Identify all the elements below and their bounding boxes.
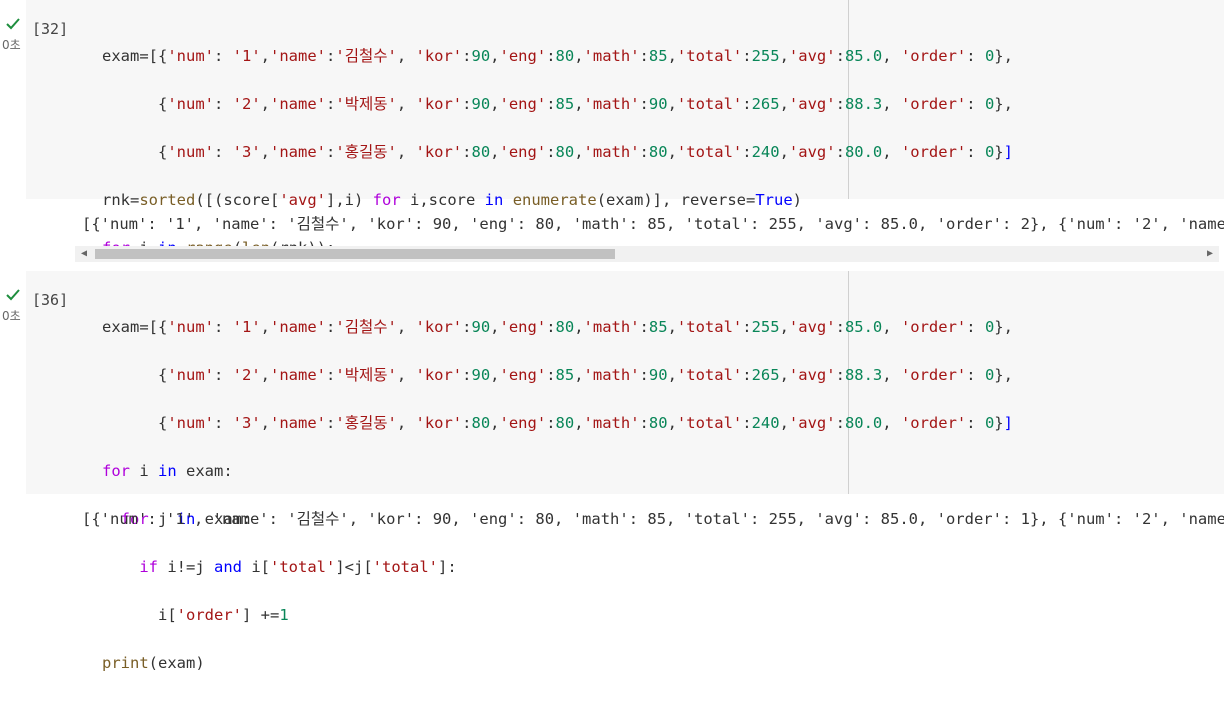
code-line: rnk=sorted([(score['avg'],i) for i,score…: [102, 191, 802, 209]
code-line: for i in exam:: [102, 462, 233, 480]
cell-output: [{'num': '1', 'name': '김철수', 'kor': 90, …: [82, 510, 1224, 528]
check-icon: [6, 289, 20, 301]
output-horizontal-scrollbar[interactable]: ◀ ▶: [75, 246, 1219, 262]
code-line: {'num': '3','name':'홍길동', 'kor':80,'eng'…: [102, 143, 1013, 161]
code-line: {'num': '3','name':'홍길동', 'kor':80,'eng'…: [102, 414, 1013, 432]
check-icon: [6, 18, 20, 30]
left-arrow-icon[interactable]: ◀: [81, 249, 87, 259]
run-time: 0초: [2, 38, 21, 52]
execution-count: [32]: [32, 20, 69, 38]
code-line: if i!=j and i['total']<j['total']:: [139, 558, 457, 576]
code-line: print(exam): [102, 654, 205, 672]
code-cell-1[interactable]: 0초 [32] exam=[{'num': '1','name':'김철수', …: [0, 0, 1224, 353]
code-line: i['order'] +=1: [102, 606, 289, 624]
code-line: exam=[{'num': '1','name':'김철수', 'kor':90…: [102, 318, 1013, 336]
code-line: {'num': '2','name':'박제동', 'kor':90,'eng'…: [102, 366, 1013, 384]
code-line: exam=[{'num': '1','name':'김철수', 'kor':90…: [102, 47, 1013, 65]
code-cell-2[interactable]: 0초 [36] exam=[{'num': '1','name':'김철수', …: [0, 271, 1224, 672]
right-arrow-icon[interactable]: ▶: [1207, 249, 1213, 259]
code-line: {'num': '2','name':'박제동', 'kor':90,'eng'…: [102, 95, 1013, 113]
cell-output: [{'num': '1', 'name': '김철수', 'kor': 90, …: [82, 215, 1224, 233]
scrollbar-thumb[interactable]: [95, 249, 615, 259]
run-time: 0초: [2, 309, 21, 323]
execution-count: [36]: [32, 291, 69, 309]
